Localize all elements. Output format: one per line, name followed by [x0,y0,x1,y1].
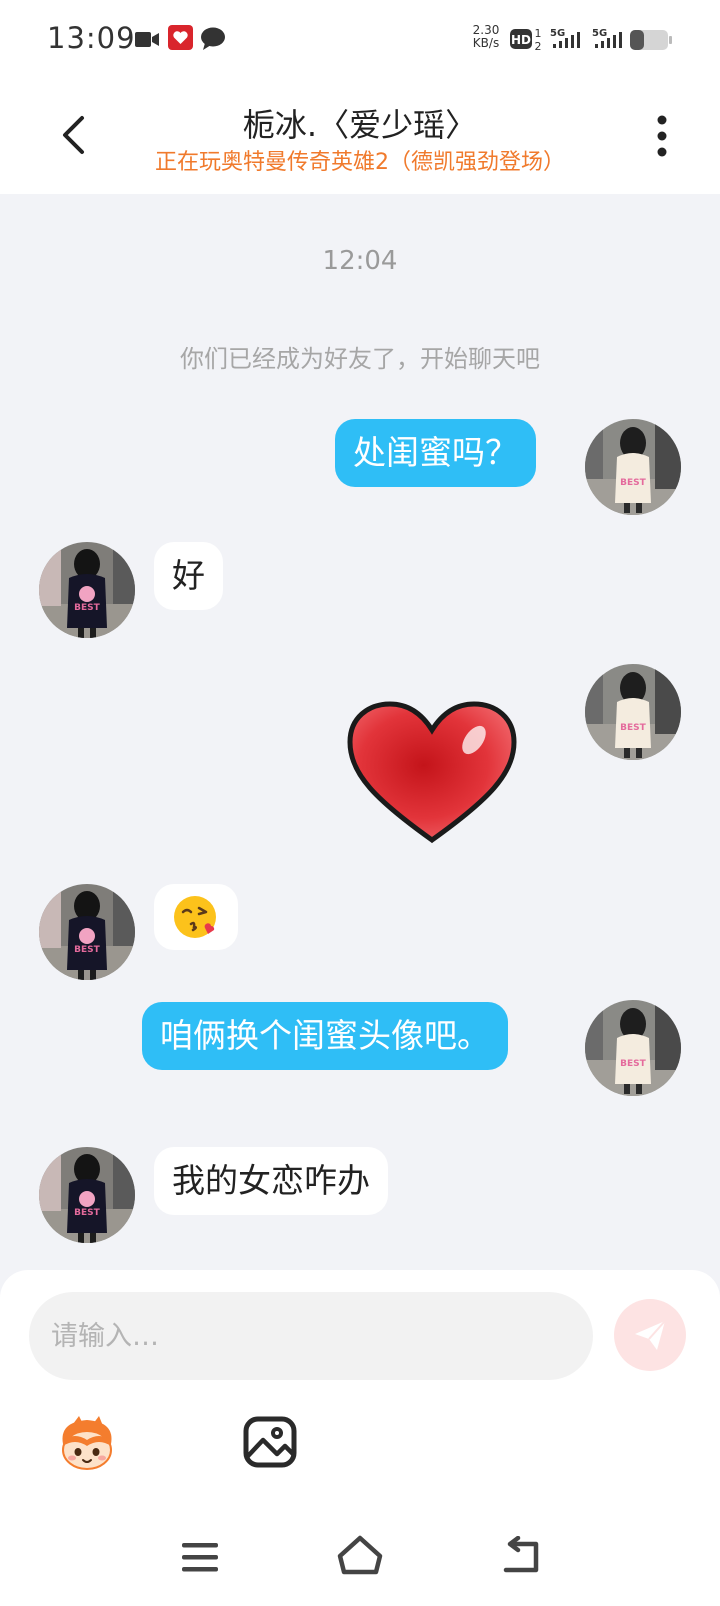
home-icon[interactable] [336,1534,384,1576]
kiss-emoji-icon [174,896,216,938]
svg-text:BEST: BEST [620,1059,646,1069]
system-nav-bar [0,1510,720,1606]
svg-text:BEST: BEST [620,723,646,733]
status-time: 13:09 [47,21,136,55]
svg-text:BEST: BEST [74,945,100,955]
input-panel [0,1270,720,1510]
contact-message-bubble[interactable]: 好 [154,542,223,610]
my-avatar[interactable]: BEST [585,1000,681,1096]
mascot-icon[interactable] [53,1414,121,1472]
contact-status: 正在玩奥特曼传奇英雄2（德凯强劲登场） [155,150,565,175]
my-message-bubble[interactable]: 处闺蜜吗？ [335,419,536,487]
message-timestamp: 12:04 [322,246,398,276]
contact-avatar[interactable]: BEST [39,542,135,638]
system-message: 你们已经成为好友了，开始聊天吧 [180,345,540,373]
my-avatar[interactable]: BEST [585,664,681,760]
my-message-bubble[interactable]: 咱俩换个闺蜜头像吧。 [142,1002,508,1070]
svg-text:BEST: BEST [620,478,646,488]
svg-text:5G: 5G [592,28,607,39]
more-vertical-icon[interactable] [652,112,672,160]
svg-text:1: 1 [535,27,542,40]
5g-signal-icon: 5G [550,28,580,48]
contact-message-bubble[interactable]: 我的女恋咋办 [154,1147,388,1215]
svg-text:BEST: BEST [74,1208,100,1218]
chat-header: 栀冰.〈爱少瑶〉 正在玩奥特曼传奇英雄2（德凯强劲登场） [0,78,720,194]
network-speed-unit: KB/s [472,36,500,50]
back-icon[interactable] [500,1536,542,1576]
svg-text:5G: 5G [550,28,565,39]
message-input[interactable] [51,1292,571,1380]
chat-icon [201,27,225,50]
network-speed: 2.30 KB/s [466,24,506,50]
chat-area[interactable]: 12:04 你们已经成为好友了，开始聊天吧 处闺蜜吗？ BEST BEST 好 … [0,194,720,1270]
image-icon[interactable] [243,1416,297,1468]
svg-text:2: 2 [535,40,542,52]
menu-icon[interactable] [180,1540,220,1574]
svg-text:BEST: BEST [74,603,100,613]
send-icon [635,1320,666,1350]
contact-message-bubble[interactable]: 😘 [154,884,238,950]
battery-icon [630,30,672,50]
contact-avatar[interactable]: BEST [39,884,135,980]
message-input-box[interactable] [29,1292,593,1380]
heart-sticker[interactable] [346,700,518,848]
svg-text:HD: HD [511,33,531,47]
hd-icon: HD 1 2 [510,27,542,52]
video-icon [135,32,159,47]
status-bar: 13:09 2.30 KB/s HD 1 2 5G 5G [0,0,720,78]
contact-avatar[interactable]: BEST [39,1147,135,1243]
send-button[interactable] [614,1299,686,1371]
app-icon [168,25,193,50]
my-avatar[interactable]: BEST [585,419,681,515]
5g-signal-icon: 5G [592,28,622,48]
contact-name: 栀冰.〈爱少瑶〉 [242,106,478,144]
